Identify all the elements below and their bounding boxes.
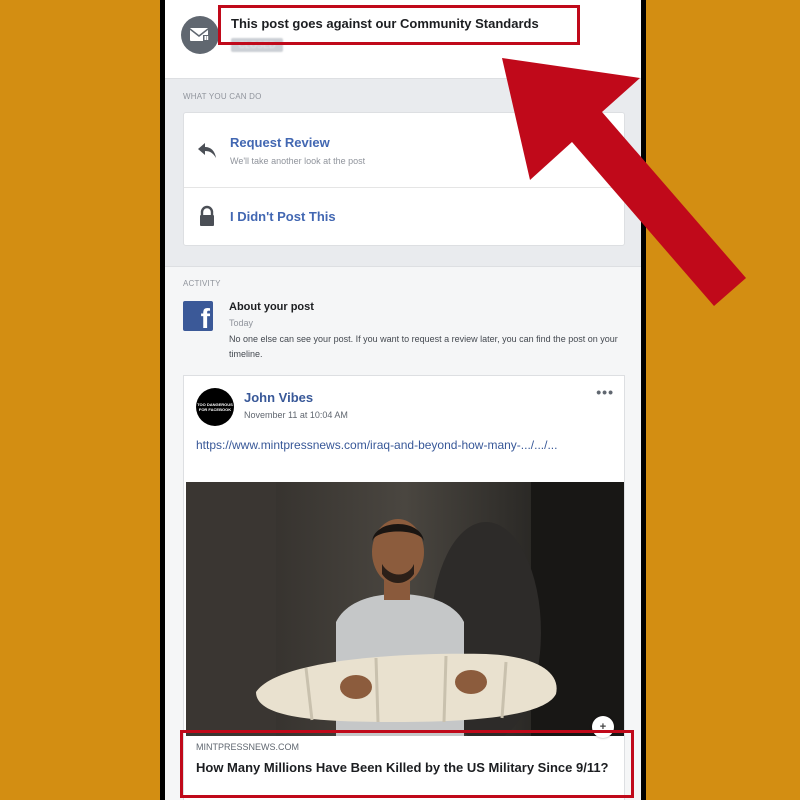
request-review-subtitle: We'll take another look at the post (230, 156, 366, 166)
activity-label: ACTIVITY (183, 279, 221, 288)
reply-arrow-icon (196, 139, 218, 161)
request-review-label: Request Review (230, 135, 330, 150)
didnt-post-this-label: I Didn't Post This (230, 209, 336, 224)
what-you-can-do-label: WHAT YOU CAN DO (183, 92, 262, 101)
about-post-body: No one else can see your post. If you wa… (229, 334, 618, 359)
envelope-warning-icon (181, 16, 219, 54)
more-dots-icon[interactable]: ••• (596, 384, 614, 400)
avatar[interactable]: TOO DANGEROUS FOR FACEBOOK (196, 388, 234, 426)
post-photo[interactable] (186, 482, 624, 736)
highlight-box-notice (218, 5, 580, 45)
lock-icon (196, 205, 218, 227)
facebook-logo-icon: f (183, 301, 213, 331)
post-author[interactable]: John Vibes (244, 390, 313, 405)
about-post-title: About your post (229, 301, 314, 313)
activity-section: ACTIVITY f About your post Today No one … (165, 266, 641, 800)
about-post-time: Today (229, 318, 254, 328)
post-timestamp[interactable]: November 11 at 10:04 AM (244, 410, 348, 420)
post-link[interactable]: https://www.mintpressnews.com/iraq-and-b… (196, 436, 576, 455)
red-arrow-icon (502, 58, 746, 306)
highlight-box-link (180, 730, 634, 798)
